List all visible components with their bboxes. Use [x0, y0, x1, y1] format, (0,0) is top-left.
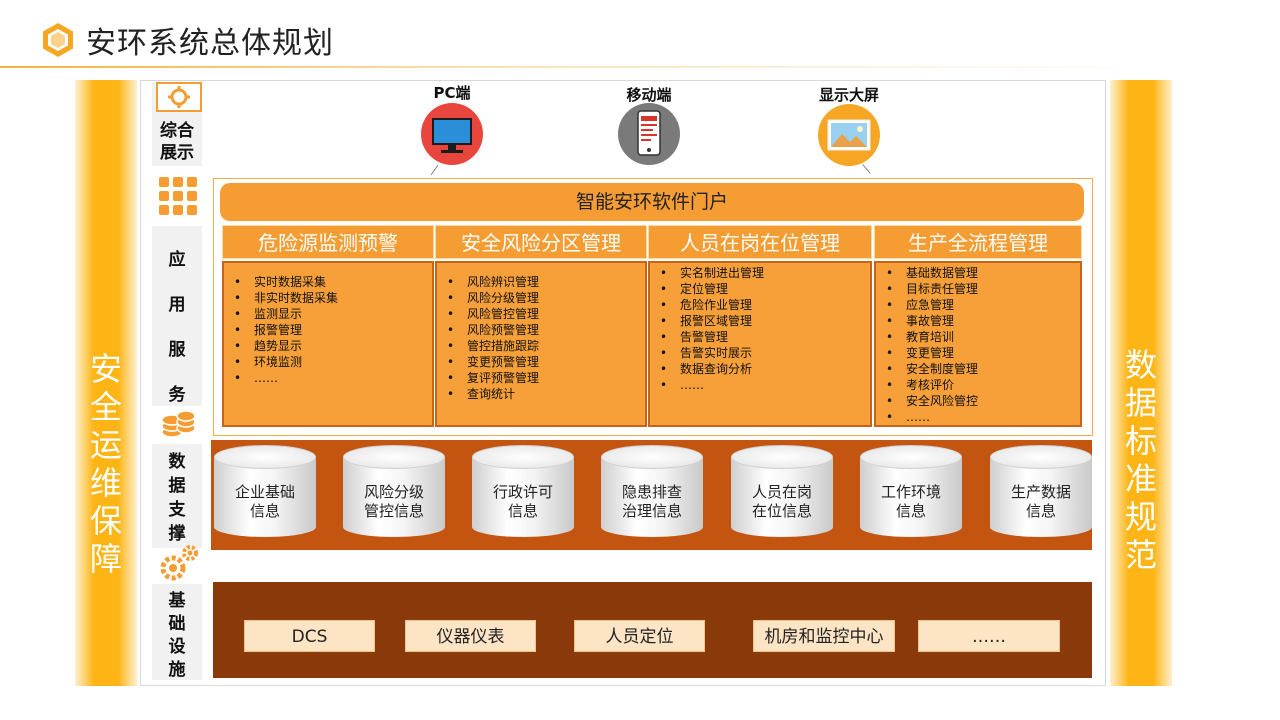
list-item: …… — [886, 409, 1080, 425]
title-bar: 安环系统总体规划 — [0, 0, 1280, 70]
side-label-left: 安全运 维保障 — [89, 350, 122, 578]
infra-item-instruments: 仪器仪表 — [405, 620, 536, 652]
list-item: 危险作业管理 — [660, 297, 870, 313]
hexagon-logo-icon — [43, 23, 73, 57]
monitor-icon — [432, 118, 472, 153]
database-label: 隐患排查 治理信息 — [621, 483, 682, 520]
list-item: 风险分级管理 — [447, 290, 645, 306]
list-item: 定位管理 — [660, 281, 870, 297]
list-item: 应急管理 — [886, 297, 1080, 313]
database-label: 人员在岗 在位信息 — [751, 483, 812, 520]
side-bar-right: 数据标 准规范 — [1110, 80, 1172, 686]
database-label: 生产数据 信息 — [1010, 483, 1071, 520]
list-item: 目标责任管理 — [886, 281, 1080, 297]
app-layer-label: 应用服务 — [168, 250, 186, 405]
list-item: 风险辨识管理 — [447, 274, 645, 290]
list-item: 变更预警管理 — [447, 354, 645, 370]
list-item: 基础数据管理 — [886, 265, 1080, 281]
list-item: 监测显示 — [234, 306, 432, 322]
database-cylinder: 生产数据 信息 — [990, 445, 1092, 543]
infra-item-more: …… — [918, 620, 1060, 652]
list-item: 实名制进出管理 — [660, 265, 870, 281]
list-item: 非实时数据采集 — [234, 290, 432, 306]
database-coins-icon — [161, 410, 196, 438]
list-item: 复评预警管理 — [447, 370, 645, 386]
list-item: 告警实时展示 — [660, 345, 870, 361]
module-list-4: 基础数据管理 目标责任管理 应急管理 事故管理 教育培训 变更管理 安全制度管理… — [874, 261, 1082, 427]
infra-item-control-center: 机房和监控中心 — [753, 620, 895, 652]
portal-title: 智能安环软件门户 — [220, 183, 1084, 221]
database-cylinder: 企业基础 信息 — [214, 445, 316, 543]
module-header-2: 安全风险分区管理 — [435, 225, 647, 259]
database-cylinder: 人员在岗 在位信息 — [731, 445, 833, 543]
list-item: 查询统计 — [447, 386, 645, 402]
list-item: 管控措施跟踪 — [447, 338, 645, 354]
mobile-phone-icon — [637, 110, 661, 156]
device-label-bigscreen: 显示大屏 — [818, 86, 879, 104]
list-item: 安全风险管控 — [886, 393, 1080, 409]
list-item: 环境监测 — [234, 354, 432, 370]
title-underline — [0, 66, 1280, 68]
gears-icon — [160, 545, 198, 581]
device-pc — [421, 103, 483, 165]
database-label: 企业基础 信息 — [234, 483, 295, 520]
side-bar-left: 安全运 维保障 — [75, 80, 137, 686]
list-item: 教育培训 — [886, 329, 1080, 345]
device-label-pc: PC端 — [433, 84, 471, 102]
database-label: 行政许可 信息 — [492, 483, 553, 520]
database-label: 风险分级 管控信息 — [363, 483, 424, 520]
list-item: 风险管控管理 — [447, 306, 645, 322]
list-item: 趋势显示 — [234, 338, 432, 354]
list-item: 事故管理 — [886, 313, 1080, 329]
side-label-right: 数据标 准规范 — [1124, 346, 1157, 574]
database-cylinder: 工作环境 信息 — [860, 445, 962, 543]
infra-item-dcs: DCS — [244, 620, 375, 652]
database-cylinder: 风险分级 管控信息 — [343, 445, 445, 543]
module-header-1: 危险源监测预警 — [222, 225, 434, 259]
display-layer-label: 综合 展示 — [160, 121, 194, 163]
device-mobile — [618, 103, 680, 165]
infra-layer-label: 基础设施 — [168, 591, 186, 680]
large-screen-icon — [827, 119, 871, 151]
list-item: …… — [234, 370, 432, 386]
list-item: 告警管理 — [660, 329, 870, 345]
database-cylinder: 隐患排查 治理信息 — [601, 445, 703, 543]
device-bigscreen — [818, 104, 880, 166]
list-item: 风险预警管理 — [447, 322, 645, 338]
database-cylinder: 行政许可 信息 — [472, 445, 574, 543]
page-title: 安环系统总体规划 — [86, 26, 334, 61]
list-item: 报警区域管理 — [660, 313, 870, 329]
list-item: 考核评价 — [886, 377, 1080, 393]
list-item: 实时数据采集 — [234, 274, 432, 290]
app-grid-icon — [159, 177, 197, 215]
module-list-2: 风险辨识管理 风险分级管理 风险管控管理 风险预警管理 管控措施跟踪 变更预警管… — [435, 261, 647, 427]
module-list-3: 实名制进出管理 定位管理 危险作业管理 报警区域管理 告警管理 告警实时展示 数… — [648, 261, 872, 427]
list-item: …… — [660, 377, 870, 393]
data-layer-label: 数据支撑 — [168, 452, 186, 544]
list-item: 安全制度管理 — [886, 361, 1080, 377]
database-label: 工作环境 信息 — [880, 483, 941, 520]
module-list-1: 实时数据采集 非实时数据采集 监测显示 报警管理 趋势显示 环境监测 …… — [222, 261, 434, 427]
list-item: 数据查询分析 — [660, 361, 870, 377]
module-header-3: 人员在岗在位管理 — [648, 225, 872, 259]
gear-icon — [156, 82, 202, 112]
module-header-4: 生产全流程管理 — [874, 225, 1082, 259]
device-label-mobile: 移动端 — [626, 86, 672, 104]
infra-item-positioning: 人员定位 — [574, 620, 705, 652]
list-item: 报警管理 — [234, 322, 432, 338]
list-item: 变更管理 — [886, 345, 1080, 361]
